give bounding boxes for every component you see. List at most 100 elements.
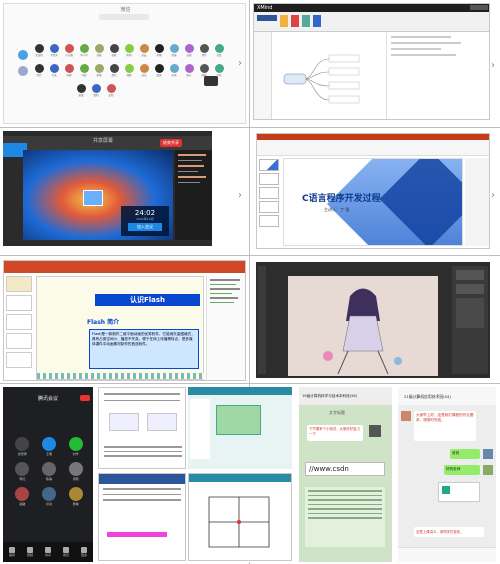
chat-input-bar[interactable] — [398, 547, 496, 562]
contact-item[interactable]: 陈明 — [124, 44, 134, 57]
participant-tile[interactable]: 孙涛 — [36, 487, 63, 506]
contact-item[interactable]: 宋雨 — [169, 64, 179, 77]
avatar — [184, 44, 194, 53]
contact-item[interactable]: 周强 — [169, 44, 179, 57]
contact-item[interactable]: 赵云 — [139, 44, 149, 57]
slide-thumbnails — [6, 276, 32, 380]
avatar — [41, 462, 56, 476]
participant-tile[interactable]: 刘华 — [62, 437, 89, 456]
url-preview[interactable]: //www.csdn — [305, 462, 385, 476]
contact-name: 郑华 — [201, 54, 207, 57]
contact-name: 刘敏 — [96, 54, 102, 57]
contact-name: 朱丽 — [96, 74, 102, 77]
subheader: Flash 简介 — [87, 319, 120, 326]
join-meeting-button[interactable]: 加入会议 — [128, 223, 162, 231]
meeting-control-button[interactable]: 更多 — [80, 547, 87, 557]
contact-item[interactable]: 梁爽 — [154, 64, 164, 77]
contact-item[interactable]: 罗欣 — [34, 64, 44, 77]
meeting-control-button[interactable]: 静音 — [8, 547, 15, 557]
control-label: 成员 — [62, 553, 69, 557]
chevron-right-icon[interactable]: › — [491, 190, 495, 201]
share-toolbar: 共享屏幕 结束共享 — [3, 136, 212, 150]
circuit-diagram — [208, 496, 270, 548]
meeting-control-button[interactable]: 成员 — [62, 547, 69, 557]
file-card[interactable] — [438, 482, 480, 502]
contact-item[interactable]: 唐宁 — [184, 64, 194, 77]
ribbon-icon[interactable] — [302, 15, 310, 27]
chevron-right-icon[interactable]: › — [238, 190, 242, 201]
contact-item[interactable]: 黄蕾 — [76, 84, 86, 97]
participant-tile[interactable]: 张老师 — [9, 437, 36, 456]
avatar — [483, 465, 493, 475]
contact-item[interactable]: 王磊 — [214, 44, 224, 57]
contact-item[interactable]: 胡军 — [109, 64, 119, 77]
contact-item[interactable]: 刘敏 — [94, 44, 104, 57]
avatar — [154, 44, 164, 53]
doc-screenshot — [98, 387, 186, 469]
contact-item[interactable]: 冯昊天 — [49, 44, 59, 57]
avatar-self-2[interactable] — [18, 66, 28, 76]
participant-tile[interactable]: 王明 — [36, 437, 63, 456]
participant-tile[interactable]: 吴琳 — [62, 487, 89, 506]
contact-item[interactable]: 朱丽 — [94, 64, 104, 77]
panel-mobile-chat-2: 21级计算机应用技术班(54) 大家早上好，这是我们课程的作业要求，请按时完成。… — [398, 387, 496, 562]
contact-name: 许诺 — [51, 74, 57, 77]
contact-item[interactable]: 李小华 — [79, 44, 89, 57]
participant-tile[interactable]: 李红 — [9, 462, 36, 481]
participant-tile[interactable]: 陈静 — [36, 462, 63, 481]
stop-share-button[interactable]: 结束共享 — [160, 139, 182, 147]
avatar-self[interactable] — [18, 50, 28, 60]
search-input[interactable] — [99, 14, 149, 20]
contact-name: 王语嫣 — [35, 54, 43, 57]
contact-item[interactable]: 马超 — [79, 64, 89, 77]
ribbon-icon[interactable] — [291, 15, 299, 27]
contact-name: 吴越 — [186, 54, 192, 57]
avatar — [79, 44, 89, 53]
avatar — [15, 487, 30, 501]
contact-item[interactable]: 王语嫣 — [34, 44, 44, 57]
contact-item[interactable]: 郑华 — [199, 44, 209, 57]
participant-tile[interactable]: 赵敏 — [9, 487, 36, 506]
meeting-control-button[interactable]: 视频 — [26, 547, 33, 557]
contact-item[interactable]: 何静 — [64, 64, 74, 77]
contact-item[interactable]: 许诺 — [49, 64, 59, 77]
participant-grid: 张老师 王明 刘华李红 陈静 周刚赵敏 孙涛 吴琳 — [9, 437, 89, 506]
window-title: 微信 — [120, 7, 131, 13]
contact-item[interactable]: 彭程 — [106, 84, 116, 97]
contact-item[interactable]: 林峰 — [124, 64, 134, 77]
chevron-right-icon[interactable]: › — [238, 58, 242, 69]
contact-item[interactable]: 小红帽 — [64, 44, 74, 57]
article-text — [305, 487, 385, 547]
message-bubble: 这是上课讲义，请同学们查收。 — [414, 527, 484, 537]
contact-item[interactable]: 孙丽 — [154, 44, 164, 57]
panel-collage — [98, 387, 293, 562]
participant-tile[interactable]: 周刚 — [62, 462, 89, 481]
panel-mobile-chat-1: 19级计算机科学与技术本科班(56) 文字标题 下节课来个小测试，大家好好复习一… — [299, 387, 392, 562]
meeting-control-button[interactable]: 共享 — [44, 547, 51, 557]
contact-item[interactable]: 吴越 — [184, 44, 194, 57]
ribbon-tab-blue[interactable] — [257, 15, 277, 21]
participant-name: 孙涛 — [45, 502, 52, 506]
slide-canvas: 认识Flash Flash 简介 Flash是一款制作二维平面动画的优秀软件，它… — [36, 276, 205, 380]
contact-item[interactable]: 高洁 — [139, 64, 149, 77]
ribbon-icon[interactable] — [313, 15, 321, 27]
avatar — [169, 44, 179, 53]
branch-node — [328, 67, 360, 76]
contact-name: 梁爽 — [156, 74, 162, 77]
leave-button[interactable] — [80, 395, 90, 401]
desktop-icon[interactable] — [83, 190, 103, 206]
contact-item[interactable]: 曹阳 — [91, 84, 101, 97]
chevron-right-icon[interactable]: › — [491, 60, 495, 71]
window-controls[interactable] — [470, 5, 488, 10]
participant-name: 周刚 — [72, 477, 79, 481]
connector — [303, 58, 330, 80]
participant-name: 王明 — [45, 452, 52, 456]
avatar — [64, 64, 74, 73]
contact-item[interactable]: 张晓 — [109, 44, 119, 57]
avatar — [41, 487, 56, 501]
avatar — [34, 64, 44, 73]
contact-name: 李小华 — [80, 54, 88, 57]
ribbon-icon[interactable] — [280, 15, 288, 27]
panel-photoshop — [256, 262, 490, 378]
camera-icon[interactable] — [204, 76, 218, 86]
